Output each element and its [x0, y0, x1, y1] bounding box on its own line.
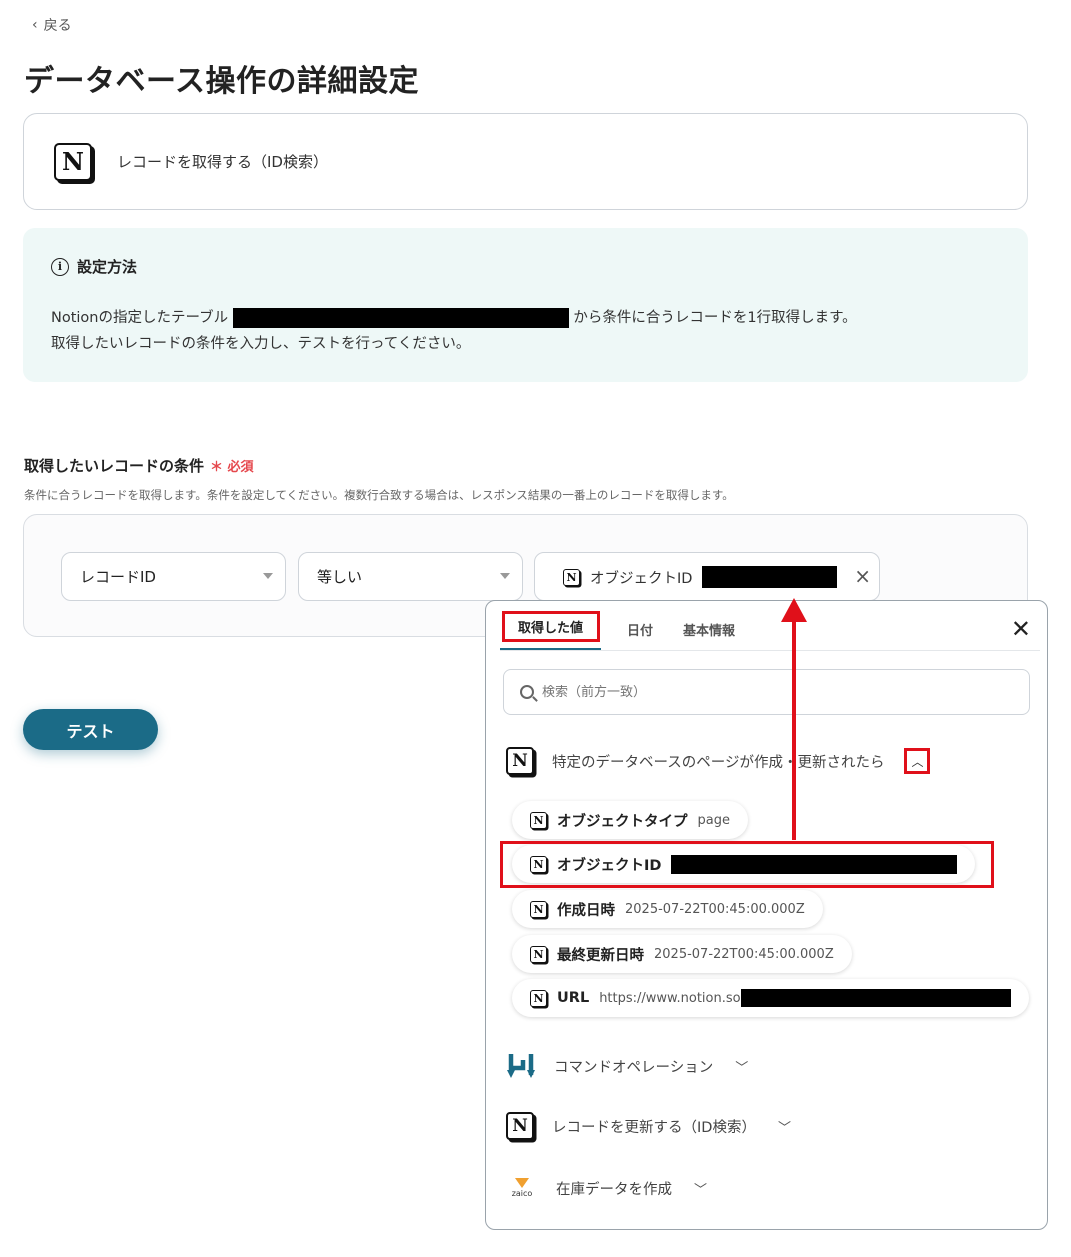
tab-date[interactable]: 日付 — [623, 620, 657, 651]
redacted-block — [232, 308, 569, 328]
value-item[interactable]: N 最終更新日時 2025-07-22T00:45:00.000Z — [512, 935, 852, 973]
item-name: 作成日時 — [557, 902, 615, 919]
group-label: レコードを更新する（ID検索） — [552, 1119, 756, 1136]
search-input[interactable] — [542, 684, 942, 700]
redacted-block — [740, 989, 1011, 1007]
annotation-arrow-line — [792, 612, 796, 840]
search-icon — [520, 685, 534, 699]
tab-basic-info[interactable]: 基本情報 — [679, 620, 739, 651]
info-line-2: 取得したいレコードの条件を入力し、テストを行ってください。 — [51, 336, 471, 352]
group-label: コマンドオペレーション — [554, 1059, 714, 1076]
item-name: URL — [557, 990, 590, 1006]
info-line-1-prefix: Notionの指定したテーブル — [51, 310, 229, 326]
group-header[interactable]: コマンドオペレーション ﹀ — [506, 1051, 748, 1081]
value-field[interactable]: N オブジェクトID × — [534, 552, 880, 601]
group-label: 在庫データを作成 — [556, 1181, 672, 1198]
group-header[interactable]: zaico 在庫データを作成 ﹀ — [506, 1173, 707, 1203]
notion-icon: N — [563, 568, 580, 586]
required-text: 必須 — [227, 460, 254, 475]
condition-description: 条件に合うレコードを取得します。条件を設定してください。複数行合致する場合は、レ… — [24, 488, 734, 502]
zaico-mark — [515, 1178, 529, 1188]
required-badge: ＊ 必須 — [210, 460, 254, 475]
condition-label: 取得したいレコードの条件 — [24, 457, 205, 475]
value-item[interactable]: N オブジェクトタイプ page — [512, 801, 748, 839]
chevron-down-icon: ﹀ — [694, 1182, 708, 1198]
back-label: 戻る — [43, 18, 72, 34]
notion-icon: N — [506, 1112, 534, 1140]
divider — [500, 650, 1040, 651]
value-item[interactable]: N 作成日時 2025-07-22T00:45:00.000Z — [512, 890, 823, 928]
group-header[interactable]: N レコードを更新する（ID検索） ﹀ — [506, 1112, 791, 1140]
chevron-up-icon[interactable]: ︿ — [904, 748, 931, 774]
item-value: 2025-07-22T00:45:00.000Z — [625, 901, 805, 917]
operator-select[interactable]: 等しい — [298, 552, 523, 601]
condition-label-row: 取得したいレコードの条件 ＊ 必須 — [24, 455, 254, 476]
item-value: page — [697, 812, 730, 828]
trigger-group-header[interactable]: N 特定のデータベースのページが作成・更新されたら ︿ — [506, 747, 931, 775]
caret-down-icon — [263, 573, 273, 579]
caret-down-icon — [500, 573, 510, 579]
item-name: 最終更新日時 — [557, 947, 644, 964]
chevron-down-icon: ﹀ — [735, 1060, 749, 1076]
page-title: データベース操作の詳細設定 — [24, 64, 419, 99]
info-line-1-suffix: から条件に合うレコードを1行取得します。 — [573, 310, 857, 326]
item-value: https://www.notion.so — [599, 990, 741, 1006]
notion-icon: N — [506, 747, 534, 775]
annotation-arrow-head — [781, 598, 807, 622]
action-card[interactable]: N レコードを取得する（ID検索） — [23, 113, 1028, 210]
back-link[interactable]: ‹ 戻る — [32, 15, 72, 35]
info-body: Notionの指定したテーブル から条件に合うレコードを1行取得します。 取得し… — [51, 305, 1000, 357]
highlight-box — [500, 841, 994, 888]
value-chip[interactable]: N オブジェクトID — [563, 563, 838, 591]
action-label: レコードを取得する（ID検索） — [117, 153, 328, 171]
zaico-icon: zaico — [506, 1173, 538, 1203]
field-select-value: レコードID — [80, 568, 156, 586]
info-title-row: i 設定方法 — [51, 256, 1000, 277]
close-icon[interactable]: ✕ — [1011, 615, 1031, 643]
trigger-group-label: 特定のデータベースのページが作成・更新されたら — [552, 754, 885, 771]
value-item[interactable]: N URL https://www.notion.so — [512, 979, 1029, 1017]
notion-icon: N — [530, 900, 547, 918]
chevron-left-icon: ‹ — [32, 17, 38, 33]
test-button[interactable]: テスト — [23, 709, 158, 750]
notion-icon: N — [530, 945, 547, 963]
zaico-logo-text: zaico — [511, 1189, 533, 1198]
close-icon[interactable]: × — [854, 564, 871, 588]
item-value: 2025-07-22T00:45:00.000Z — [654, 946, 834, 962]
search-field[interactable] — [503, 669, 1030, 715]
item-name: オブジェクトタイプ — [557, 813, 688, 830]
yoom-command-icon — [507, 1054, 535, 1078]
notion-icon: N — [530, 989, 547, 1007]
info-title: 設定方法 — [77, 258, 138, 276]
value-picker-panel: 取得した値 日付 基本情報 ✕ N 特定のデータベースのページが作成・更新された… — [485, 600, 1048, 1230]
highlight-box — [502, 611, 600, 642]
notion-icon: N — [530, 811, 547, 829]
value-chip-label: オブジェクトID — [590, 570, 693, 587]
info-line-1: Notionの指定したテーブル から条件に合うレコードを1行取得します。 — [51, 305, 1000, 331]
info-icon: i — [51, 257, 69, 276]
info-box: i 設定方法 Notionの指定したテーブル から条件に合うレコードを1行取得し… — [23, 228, 1028, 382]
operator-select-value: 等しい — [317, 568, 363, 586]
redacted-block — [702, 566, 838, 588]
field-select[interactable]: レコードID — [61, 552, 286, 601]
chevron-down-icon: ﹀ — [777, 1120, 791, 1136]
notion-icon: N — [54, 142, 92, 181]
